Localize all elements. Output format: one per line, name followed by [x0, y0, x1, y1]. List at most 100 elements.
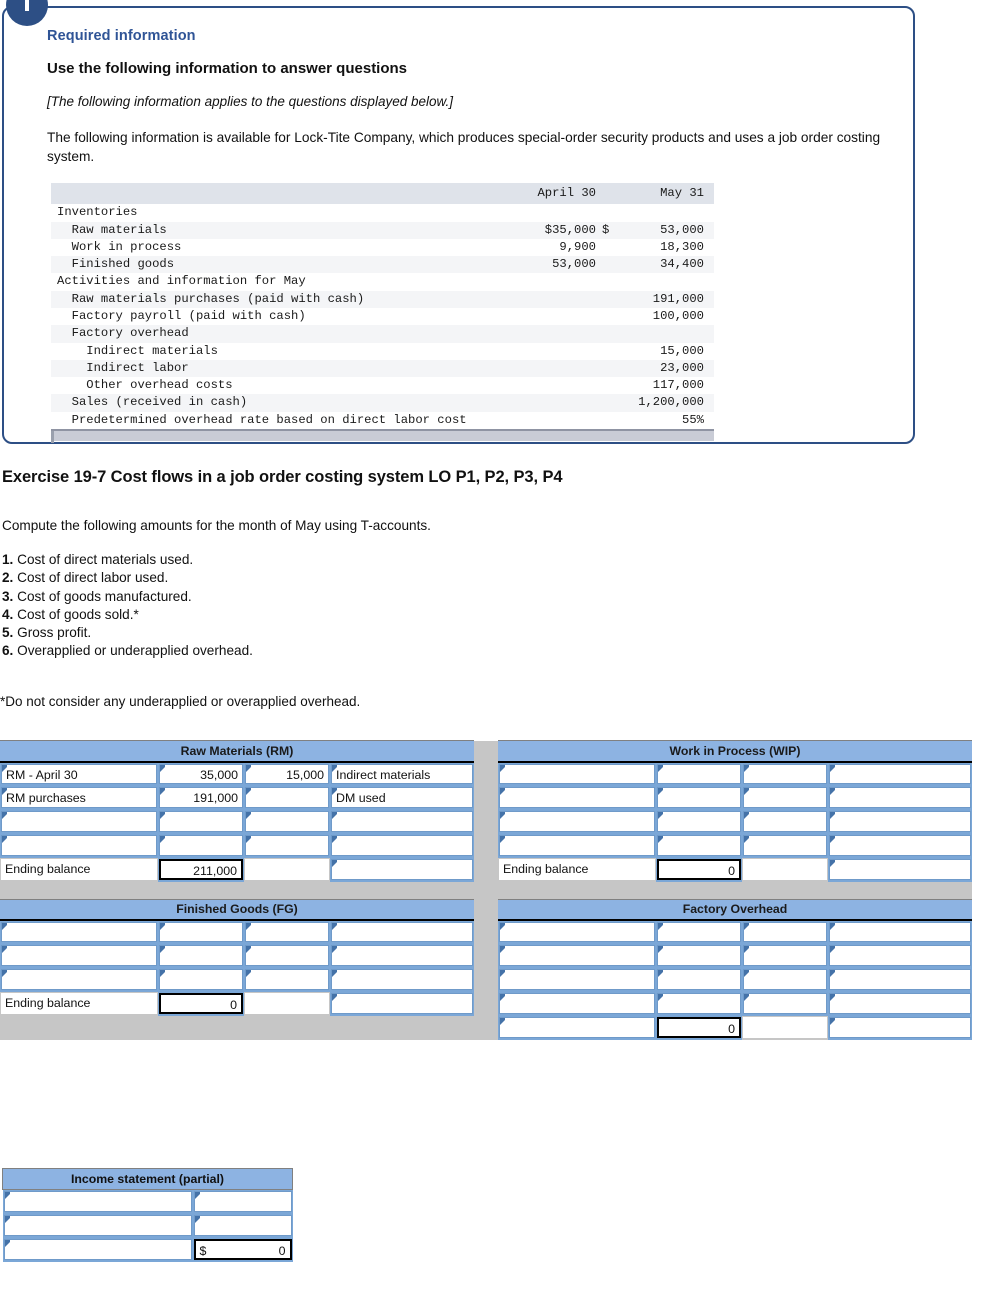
row-april-value [484, 412, 602, 429]
fg-r02-left-amount-cell[interactable] [656, 920, 742, 944]
income-amount-cell-0[interactable] [192, 1189, 293, 1214]
cell-flag-icon [4, 1215, 10, 1223]
fo-ending-right-cell[interactable] [828, 1016, 972, 1040]
row-april-value [484, 343, 602, 360]
income-label-cell-1[interactable] [2, 1213, 193, 1238]
income-amount-cell-1[interactable] [192, 1213, 293, 1238]
t-account-row [0, 944, 972, 968]
row-label: Activities and information for May [57, 274, 306, 289]
rm-r22-left-label-cell[interactable] [498, 809, 656, 834]
fg-r12-right-label-cell[interactable] [828, 944, 972, 968]
rm-r3-right-label-cell[interactable] [330, 833, 474, 858]
rm-r12-right-label-cell[interactable] [828, 785, 972, 810]
rm-r2-left-label-cell[interactable] [0, 809, 158, 834]
rm-r22-right-amount-cell[interactable] [742, 809, 828, 834]
fo-r3-left-label-cell[interactable] [498, 992, 656, 1016]
income-amount-cell-2[interactable]: $0 [192, 1237, 293, 1262]
income-statement-row: $0 [2, 1237, 293, 1262]
row-label: Raw materials [51, 221, 484, 239]
fg-r0-left-label-cell[interactable] [0, 920, 158, 944]
rm-r2-right-label-cell[interactable] [330, 809, 474, 834]
cell-flag-icon [744, 946, 749, 953]
fg-ending-amount-cell[interactable]: 0 [158, 992, 244, 1016]
rm-r32-left-label-cell[interactable] [498, 833, 656, 858]
fo-r3-right-label-cell[interactable] [828, 992, 972, 1016]
rm-r2-left-amount-cell[interactable] [158, 809, 244, 834]
rm-r02-left-label-cell[interactable] [498, 761, 656, 786]
company-data-table: April 30 May 31 Inventories Raw materials $… [51, 182, 714, 429]
income-label-cell-2[interactable] [2, 1237, 193, 1262]
rm-r1-right-amount-cell[interactable] [244, 785, 330, 810]
income-label-cell-0[interactable] [2, 1189, 193, 1214]
rm-r02-right-amount-cell[interactable] [742, 761, 828, 786]
rm-r32-right-amount-cell[interactable] [742, 833, 828, 858]
fg-r12-right-amount-cell[interactable] [742, 944, 828, 968]
cell-flag-icon [658, 946, 663, 953]
header-gap [602, 182, 622, 205]
fg-r22-right-amount-cell[interactable] [742, 968, 828, 992]
fg-r02-left-label-cell[interactable] [498, 920, 656, 944]
fg-r1-right-amount-cell[interactable] [244, 944, 330, 968]
rm-r2-right-amount-cell[interactable] [244, 809, 330, 834]
rm-r02-right-label-cell[interactable] [828, 761, 972, 786]
rm2-ending-right-cell[interactable] [828, 857, 972, 882]
fg-r0-right-label-cell[interactable] [330, 920, 474, 944]
fg-r22-right-label-cell[interactable] [828, 968, 972, 992]
fg-r2-left-label-cell[interactable] [0, 968, 158, 992]
row-april-value: $35,000 [484, 221, 602, 239]
rm-r3-right-amount-cell[interactable] [244, 833, 330, 858]
fg-r1-left-amount-cell[interactable] [158, 944, 244, 968]
fg-r02-right-amount-cell[interactable] [742, 920, 828, 944]
fg-r2-left-amount-cell[interactable] [158, 968, 244, 992]
fg-r12-left-amount-cell[interactable] [656, 944, 742, 968]
fo-ending-label-cell[interactable] [498, 1016, 656, 1040]
grid-spacer [486, 992, 498, 1016]
rm-r12-left-label-cell[interactable] [498, 785, 656, 810]
cell-flag-icon [744, 811, 749, 819]
rm-r32-left-amount-cell[interactable] [656, 833, 742, 858]
rm-r32-right-label-cell[interactable] [828, 833, 972, 858]
cell-flag-icon [830, 787, 835, 795]
grid-spacer [474, 920, 486, 944]
rm-ending-right-cell[interactable] [330, 857, 474, 882]
fg-r0-left-amount-cell[interactable] [158, 920, 244, 944]
question-number: 3. [2, 588, 14, 604]
rm-r0-right-amount-cell[interactable]: 15,000 [244, 761, 330, 786]
required-information-label: Required information [47, 28, 196, 44]
fg-r1-left-label-cell[interactable] [0, 944, 158, 968]
rm-r12-right-amount-cell[interactable] [742, 785, 828, 810]
fg-r2-right-label-cell[interactable] [330, 968, 474, 992]
fg-r1-right-label-cell[interactable] [330, 944, 474, 968]
fg-r0-right-amount-cell[interactable] [244, 920, 330, 944]
rm-r22-left-amount-cell[interactable] [656, 809, 742, 834]
fo-ending-amount-cell[interactable]: 0 [656, 1016, 742, 1040]
fo-r3-right-amount-cell[interactable] [742, 992, 828, 1016]
fg-r22-left-label-cell[interactable] [498, 968, 656, 992]
fg-r02-right-label-cell[interactable] [828, 920, 972, 944]
rm-r3-left-label-cell[interactable] [0, 833, 158, 858]
cell-flag-icon [658, 970, 663, 977]
rm-r3-left-amount-cell[interactable] [158, 833, 244, 858]
fg-r2-right-amount-cell[interactable] [244, 968, 330, 992]
rm-r0-right-label-cell[interactable]: Indirect materials [330, 761, 474, 786]
fg-r12-left-label-cell[interactable] [498, 944, 656, 968]
rm-r1-left-amount-cell[interactable]: 191,000 [158, 785, 244, 810]
rm-r1-left-label-cell[interactable]: RM purchases [0, 785, 158, 810]
rm-r0-left-amount-cell[interactable]: 35,000 [158, 761, 244, 786]
fg-ending-right-cell[interactable] [330, 992, 474, 1016]
rm-ending-amount-cell[interactable]: 211,000 [158, 857, 244, 882]
rm-r0-left-label-cell[interactable]: RM - April 30 [0, 761, 158, 786]
account-header-row: Raw Materials (RM) Work in Process (WIP) [0, 740, 972, 763]
rm-r12-left-amount-cell[interactable] [656, 785, 742, 810]
cell-flag-icon [160, 970, 165, 977]
rm-r1-right-label-cell[interactable]: DM used [330, 785, 474, 810]
question-item: 5. Gross profit. [2, 624, 253, 642]
rm-r02-left-amount-cell[interactable] [656, 761, 742, 786]
row-may-value: 23,000 [622, 359, 714, 378]
fg-r22-left-amount-cell[interactable] [656, 968, 742, 992]
fo-r3-left-amount-cell[interactable] [656, 992, 742, 1016]
rm-r22-right-label-cell[interactable] [828, 809, 972, 834]
grid-spacer [486, 857, 498, 882]
rm2-ending-amount-cell[interactable]: 0 [656, 857, 742, 882]
cell-value: 15,000 [286, 767, 324, 782]
